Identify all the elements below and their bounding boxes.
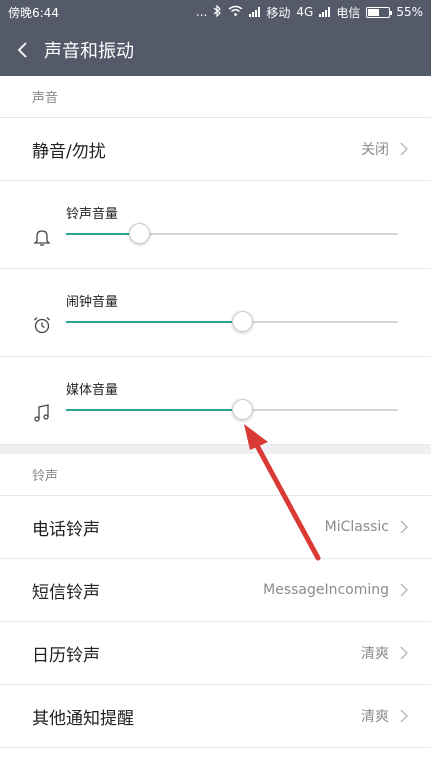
alarm-volume-slider[interactable] [66,311,398,332]
battery-icon [366,6,393,18]
calendar-ringtone-label: 日历铃声 [32,645,100,666]
wifi-icon [228,5,243,19]
carrier-2: 电信 [336,5,361,20]
alarm-volume-row: 闹钟音量 [0,269,431,357]
sms-ringtone-value: MessageIncoming [263,582,389,598]
mute-label: 静音/勿扰 [32,141,106,162]
status-time: 傍晚6:44 [8,5,59,20]
other-notification-row[interactable]: 其他通知提醒 清爽 [0,685,431,748]
carrier-1: 移动 [266,5,291,20]
chevron-left-icon [17,42,27,58]
chevron-right-icon [400,583,408,597]
calendar-ringtone-value: 清爽 [361,646,389,662]
media-volume-label: 媒体音量 [66,383,119,398]
media-volume-slider[interactable] [66,399,398,420]
chevron-right-icon [400,646,408,660]
music-note-icon [34,404,49,422]
phone-ringtone-label: 电话铃声 [32,519,100,540]
status-icons: ... 移动 4G 电信 55% [196,4,423,21]
alarm-volume-label: 闹钟音量 [66,295,119,310]
calendar-ringtone-row[interactable]: 日历铃声 清爽 [0,622,431,685]
sms-ringtone-label: 短信铃声 [32,582,100,603]
other-notification-value: 清爽 [361,709,389,725]
settings-list: 声音 静音/勿扰 关闭 铃声音量 闹钟音量 媒体音量 铃声 电话铃声 MiCla… [0,76,431,767]
other-notification-label: 其他通知提醒 [32,708,134,729]
phone-ringtone-row[interactable]: 电话铃声 MiClassic [0,496,431,559]
section-divider [0,445,431,454]
slider-thumb[interactable] [231,311,253,332]
signal-icon-2 [319,7,331,17]
app-bar: 声音和振动 [0,24,431,76]
mute-row[interactable]: 静音/勿扰 关闭 [0,118,431,181]
sms-ringtone-row[interactable]: 短信铃声 MessageIncoming [0,559,431,622]
signal-icon [249,7,261,17]
network-type: 4G [296,5,314,19]
bell-icon [33,230,51,246]
mute-value: 关闭 [361,142,389,158]
section-header-ringtone: 铃声 [0,454,431,496]
bluetooth-icon [213,4,222,20]
section-header-sound: 声音 [0,76,431,118]
page-title: 声音和振动 [44,41,134,62]
media-volume-row: 媒体音量 [0,357,431,445]
ringtone-volume-slider[interactable] [66,223,398,244]
ringtone-volume-row: 铃声音量 [0,181,431,269]
back-button[interactable] [0,24,44,76]
battery-percent: 55% [396,5,423,19]
ringtone-volume-label: 铃声音量 [66,207,119,222]
more-dots-icon: ... [195,5,208,19]
alarm-clock-icon [34,317,50,334]
phone-ringtone-value: MiClassic [324,519,389,535]
chevron-right-icon [400,520,408,534]
chevron-right-icon [400,709,408,723]
slider-thumb[interactable] [231,399,253,420]
status-bar: 傍晚6:44 ... 移动 4G 电信 55% [0,0,431,24]
slider-thumb[interactable] [129,223,151,244]
chevron-right-icon [400,142,408,156]
